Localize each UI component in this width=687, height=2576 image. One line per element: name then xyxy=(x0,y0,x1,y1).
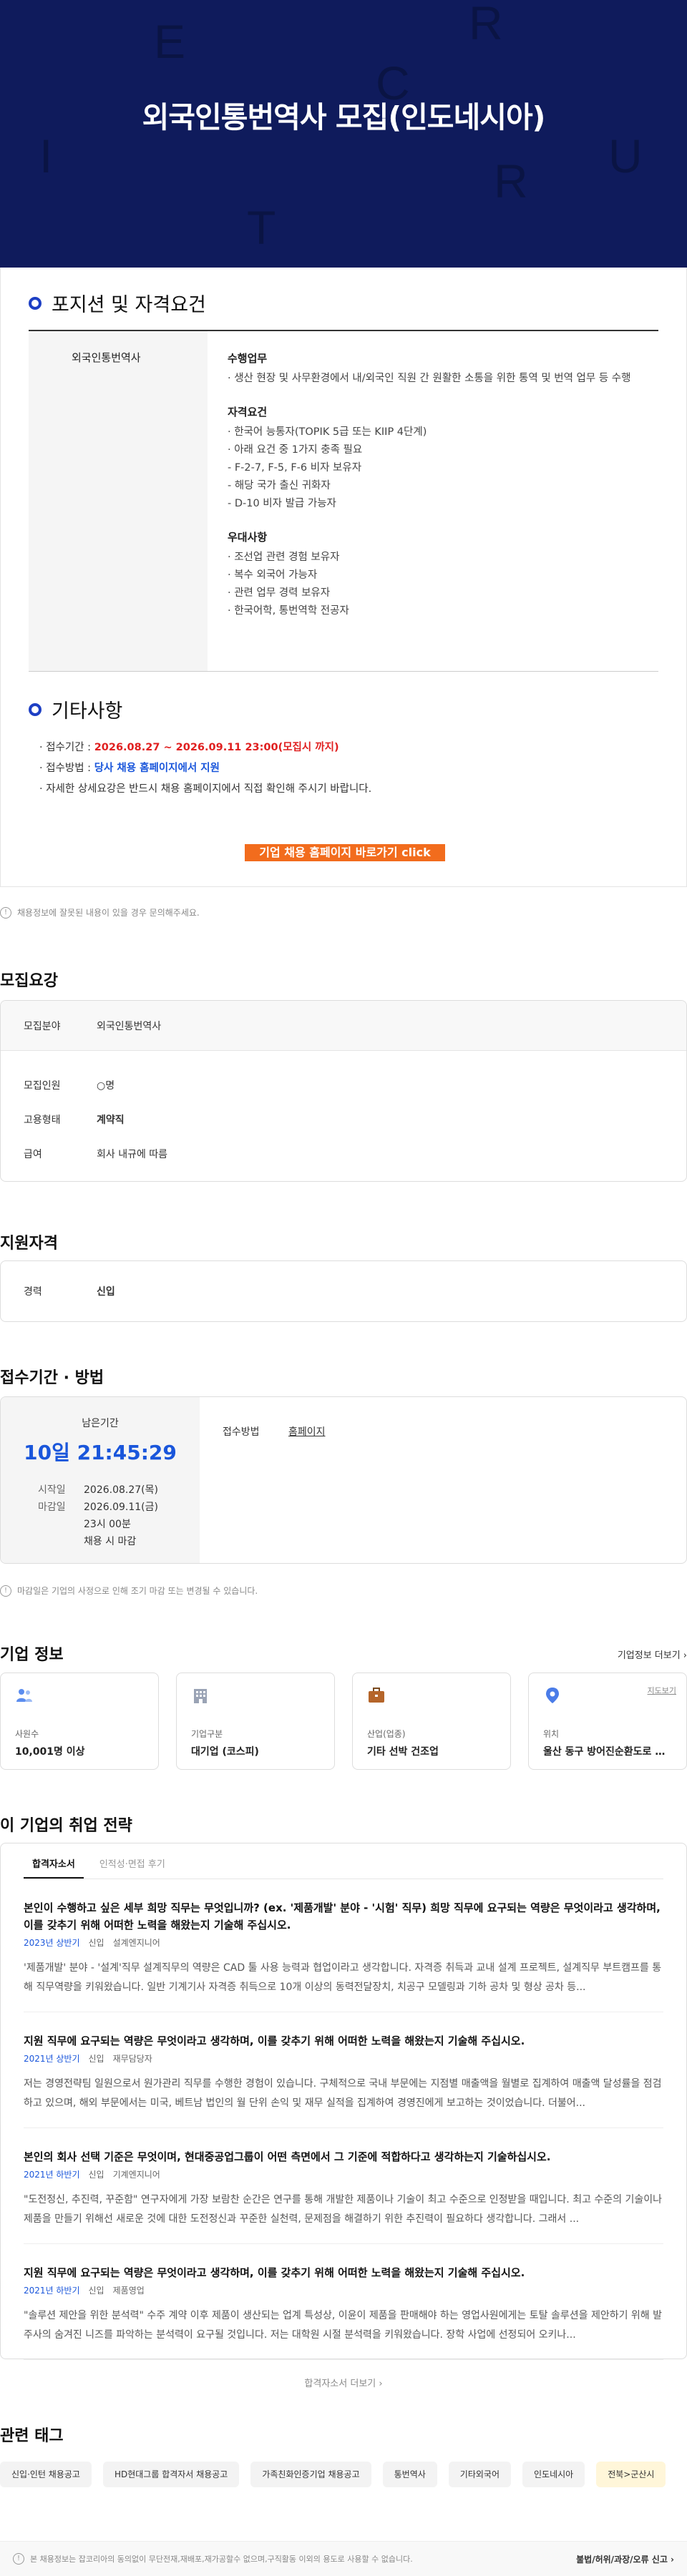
eligibility-row-career: 경력 신입 xyxy=(24,1286,115,1298)
qual-item: - F-2-7, F-5, F-6 비자 보유자 xyxy=(228,462,362,474)
footer-bar: ! 본 채용정보는 잡코리아의 동의없이 무단전재,재배포,재가공할수 없으며,… xyxy=(0,2541,687,2576)
company-cards: 사원수 10,001명 이상 기업구분 대기업 (코스피) 산업(업종) 기타 … xyxy=(0,1673,687,1770)
briefcase-icon xyxy=(369,1688,384,1703)
people-icon xyxy=(16,1689,32,1702)
hero-letter: E xyxy=(154,15,186,68)
strategy-box: 합격자소서 인적성·면접 후기 본인이 수행하고 싶은 세부 희망 직무는 무엇… xyxy=(0,1843,687,2389)
company-title: 기업 정보 xyxy=(0,1646,64,1664)
start-date: 2026.08.27(목) xyxy=(84,1484,158,1496)
tag-item[interactable]: 기타외국어 xyxy=(448,2462,511,2487)
summary-box: 모집분야 외국인통번역사 모집인원 ○명 고용형태 계약직 급여 회사 내규에 … xyxy=(0,1000,687,1182)
company-homepage-button[interactable]: 기업 채용 홈페이지 바로가기 click xyxy=(245,844,445,861)
tag-item[interactable]: HD현대그룹 합격자서 채용공고 xyxy=(102,2462,240,2487)
duty-item: · 생산 현장 및 사무환경에서 내/외국인 직원 간 원활한 소통을 위한 통… xyxy=(228,373,631,384)
apply-box: 남은기간 10일 21:45:29 시작일 2026.08.27(목) 마감일 20… xyxy=(0,1396,687,1564)
hero-title: 외국인통번역사 모집(인도네시아) xyxy=(142,100,546,134)
method-label: 접수방법 xyxy=(223,1426,260,1438)
list-item[interactable]: 본인이 수행하고 싶은 세부 희망 직무는 무엇입니까? (ex. '제품개발'… xyxy=(24,1879,663,2012)
list-item[interactable]: 지원 직무에 요구되는 역량은 무엇이라고 생각하며, 이를 갖추기 위해 어떠… xyxy=(24,2244,663,2360)
etc-list: · 접수기간 : 2026.08.27 ~ 2026.09.11 23:00(모… xyxy=(39,738,371,800)
summary-row-type: 고용형태 계약직 xyxy=(24,1115,125,1126)
pref-title: 우대사항 xyxy=(228,531,268,544)
hero-letter: T xyxy=(247,201,276,254)
summary-row-field: 모집분야 외국인통번역사 xyxy=(1,1001,686,1051)
list-item[interactable]: 지원 직무에 요구되는 역량은 무엇이라고 생각하며, 이를 갖추기 위해 어떠… xyxy=(24,2012,663,2128)
summary-title: 모집요강 xyxy=(0,972,58,990)
company-card-employees: 사원수 10,001명 이상 xyxy=(0,1673,159,1770)
hero-letter: I xyxy=(39,129,53,182)
apply-title: 접수기간 · 방법 xyxy=(0,1369,104,1387)
hero-letter: R xyxy=(469,0,503,49)
tag-item[interactable]: 신입·인턴 채용공고 xyxy=(0,2462,92,2487)
qual-item: - D-10 비자 발급 가능자 xyxy=(228,498,336,509)
ring-bullet-icon xyxy=(29,296,42,310)
apply-note: ! 마감일은 기업의 사정으로 인해 조기 마감 또는 변경될 수 있습니다. xyxy=(0,1585,258,1597)
company-card-industry: 산업(업종) 기타 선박 건조업 xyxy=(352,1673,511,1770)
tags-title: 관련 태그 xyxy=(0,2427,64,2445)
etc-detail: · 자세한 상세요강은 반드시 채용 홈페이지에서 직접 확인해 주시기 바랍니… xyxy=(39,783,372,795)
remain-countdown: 10일 21:45:29 xyxy=(24,1441,177,1464)
building-icon xyxy=(194,1689,207,1703)
qual-item: · 아래 요건 중 1가지 충족 필요 xyxy=(228,444,363,456)
info-icon: ! xyxy=(0,906,11,919)
end-date: 2026.09.11(금) xyxy=(84,1502,158,1513)
hero-letter: U xyxy=(608,129,643,182)
pref-item: · 한국어학, 통번역학 전공자 xyxy=(228,605,349,617)
pref-item: · 조선업 관련 경험 보유자 xyxy=(228,552,340,563)
tag-item[interactable]: 전북>군산시 xyxy=(596,2462,666,2487)
info-icon: ! xyxy=(13,2553,24,2565)
summary-row-pay: 급여 회사 내규에 따름 xyxy=(24,1149,168,1160)
tab-interview-reviews[interactable]: 인적성·면접 후기 xyxy=(91,1843,174,1879)
location-pin-icon xyxy=(546,1688,559,1703)
tab-cover-letters[interactable]: 합격자소서 xyxy=(24,1843,84,1879)
position-section-title: 포지션 및 자격요건 xyxy=(29,289,206,317)
report-notice: ! 채용정보에 잘못된 내용이 있을 경우 문의해주세요. xyxy=(0,906,200,919)
ring-bullet-icon xyxy=(29,702,42,716)
duties-title: 수행업무 xyxy=(228,352,268,365)
eligibility-box: 경력 신입 xyxy=(0,1260,687,1322)
qual-title: 자격요건 xyxy=(228,406,268,418)
tag-item[interactable]: 통번역사 xyxy=(382,2462,437,2487)
remain-label: 남은기간 xyxy=(82,1418,119,1429)
strategy-title: 이 기업의 취업 전략 xyxy=(0,1817,132,1835)
end-note: 채용 시 마감 xyxy=(84,1536,137,1547)
qual-item: · 한국어 능통자(TOPIK 5급 또는 KIIP 4단계) xyxy=(228,426,427,438)
company-card-type: 기업구분 대기업 (코스피) xyxy=(176,1673,335,1770)
hero-banner: E R C U I T R 외국인통번역사 모집(인도네시아) xyxy=(0,0,687,268)
pref-item: · 복수 외국어 가능자 xyxy=(228,569,318,581)
tag-list: 신입·인턴 채용공고 HD현대그룹 합격자서 채용공고 가족친화인증기업 채용공… xyxy=(0,2462,666,2487)
homepage-link[interactable]: 홈페이지 xyxy=(288,1426,326,1438)
eligibility-title: 지원자격 xyxy=(0,1235,58,1253)
position-role: 외국인통번역사 xyxy=(29,331,208,671)
tag-item[interactable]: 인도네시아 xyxy=(522,2462,585,2487)
end-time: 23시 00분 xyxy=(84,1519,131,1530)
hero-letter: R xyxy=(494,155,528,207)
etc-section-title: 기타사항 xyxy=(29,695,122,723)
summary-row-count: 모집인원 ○명 xyxy=(24,1080,115,1092)
company-card-location: 지도보기 위치 울산 동구 방어진순환도로 1000... xyxy=(528,1673,687,1770)
cover-letter-more-link[interactable]: 합격자소서 더보기 › xyxy=(24,2376,663,2389)
report-button[interactable]: 불법/허위/과장/오류 신고 › xyxy=(576,2553,674,2565)
qual-item: - 해당 국가 출신 귀화자 xyxy=(228,480,331,491)
pref-item: · 관련 업무 경력 보유자 xyxy=(228,587,331,599)
period-value: 2026.08.27 ~ 2026.09.11 23:00(모집시 까지) xyxy=(94,742,339,753)
footer-copyright: 본 채용정보는 잡코리아의 동의없이 무단전재,재배포,재가공할수 없으며,구직… xyxy=(30,2555,413,2564)
position-table: 외국인통번역사 수행업무 · 생산 현장 및 사무환경에서 내/외국인 직원 간… xyxy=(29,330,658,672)
info-icon: ! xyxy=(0,1585,11,1597)
company-more-link[interactable]: 기업정보 더보기 › xyxy=(618,1647,687,1661)
method-value: 당사 채용 홈페이지에서 지원 xyxy=(94,763,220,774)
list-item[interactable]: 본인의 회사 선택 기준은 무엇이며, 현대중공업그룹이 어떤 측면에서 그 기… xyxy=(24,2128,663,2244)
map-link[interactable]: 지도보기 xyxy=(648,1685,676,1696)
tag-item[interactable]: 가족친화인증기업 채용공고 xyxy=(250,2462,371,2487)
